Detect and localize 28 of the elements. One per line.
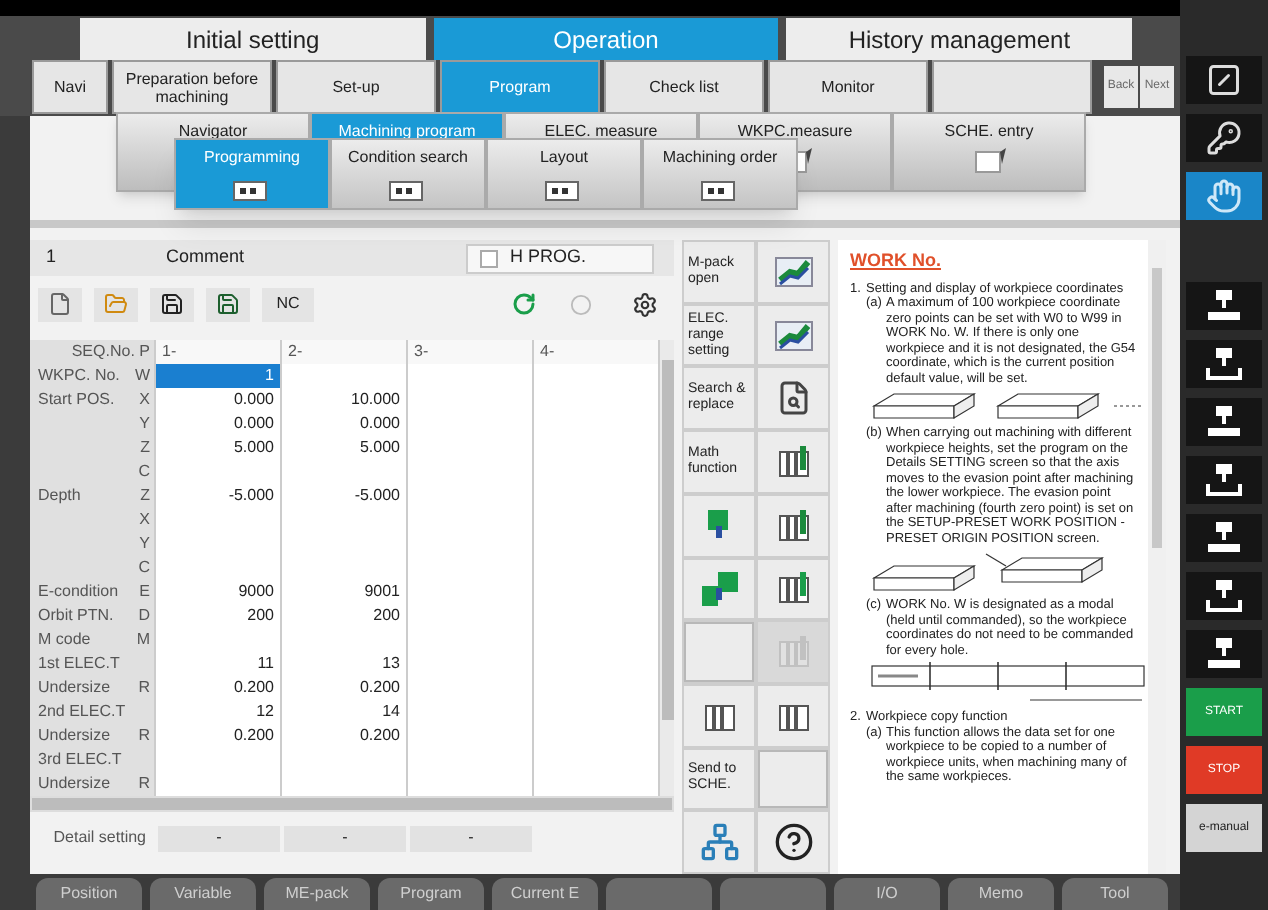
row-label: Orbit PTN. D <box>30 604 154 628</box>
row-label: Depth Z <box>30 484 154 508</box>
row-label: Y <box>30 532 154 556</box>
row-label: Z <box>30 436 154 460</box>
row-label: C <box>30 460 154 484</box>
row-label: E-condition E <box>30 580 154 604</box>
row-label: C <box>30 556 154 580</box>
row-label: X <box>30 508 154 532</box>
row-label: 1st ELEC.T <box>30 652 154 676</box>
comment-label: Comment <box>166 244 247 271</box>
row-label: Undersize R <box>30 676 154 700</box>
detail-setting-label: Detail setting <box>51 826 148 850</box>
row-label: M code M <box>30 628 154 652</box>
row-label: 2nd ELEC.T <box>30 700 154 724</box>
column-header: 3- <box>406 340 532 364</box>
program-number: 1 <box>46 244 59 271</box>
row-label: Y <box>30 412 154 436</box>
row-label: 3rd ELEC.T <box>30 748 154 772</box>
column-header: 1- <box>154 340 280 364</box>
row-label: Undersize R <box>30 724 154 748</box>
row-label: Undersize R <box>30 772 154 796</box>
row-header: SEQ.No. P <box>30 340 154 364</box>
column-header: 2- <box>280 340 406 364</box>
column-header: 4- <box>532 340 658 364</box>
row-label: WKPC. No. W <box>30 364 154 388</box>
row-label: Start POS. X <box>30 388 154 412</box>
h-prog-label: H PROG. <box>510 244 587 271</box>
manual-title: WORK No. <box>850 248 943 274</box>
